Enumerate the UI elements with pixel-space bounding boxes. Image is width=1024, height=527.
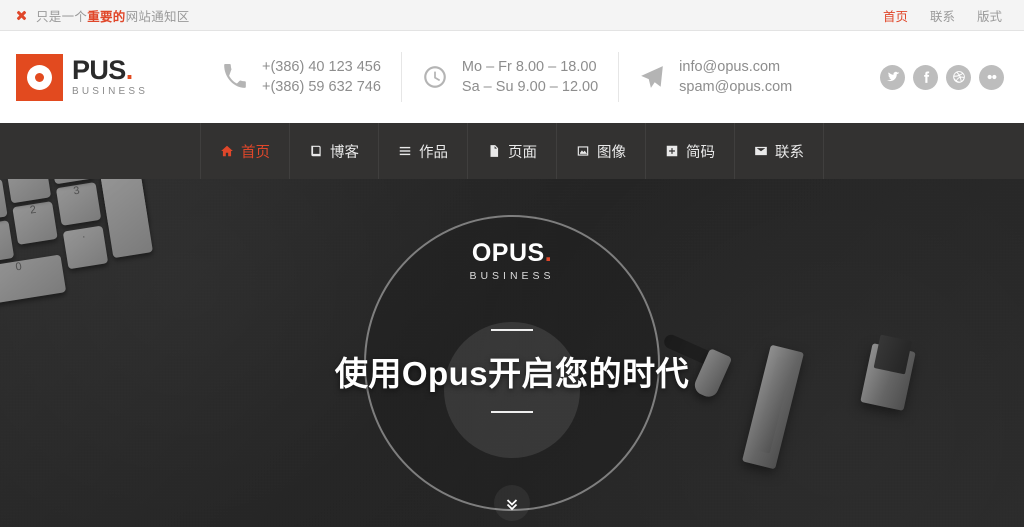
notice-text-highlight: 重要的 xyxy=(87,9,126,24)
hero-headline-group: 使用Opus开启您的时代 xyxy=(0,329,1024,413)
phone-icon xyxy=(222,64,248,90)
header-info-group: +(386) 40 123 456 +(386) 59 632 746 Mo –… xyxy=(184,52,880,102)
logo-mark-icon xyxy=(16,53,63,101)
hero-dash-bottom xyxy=(491,411,533,413)
envelope-icon xyxy=(754,144,768,158)
facebook-icon[interactable] xyxy=(913,64,938,90)
dribbble-icon[interactable] xyxy=(946,64,971,90)
notice-link-contact[interactable]: 联系 xyxy=(930,6,955,25)
nav-label-contact: 联系 xyxy=(775,144,804,161)
plus-square-icon xyxy=(665,144,679,158)
phone-line-1: +(386) 40 123 456 xyxy=(262,59,381,75)
hero-logo-dot: . xyxy=(544,239,553,267)
hero-content: OPUS. BUSINESS 使用Opus开启您的时代 xyxy=(0,179,1024,527)
logo-dot: . xyxy=(125,54,133,85)
nav-label-home: 首页 xyxy=(241,144,270,161)
hero-logo: OPUS. BUSINESS xyxy=(0,239,1024,282)
nav-item-home[interactable]: 首页 xyxy=(200,123,290,179)
header-phone-block: +(386) 40 123 456 +(386) 59 632 746 xyxy=(202,52,402,102)
hero-logo-sub: BUSINESS xyxy=(469,270,555,282)
book-icon xyxy=(309,144,323,158)
notice-link-layout[interactable]: 版式 xyxy=(977,6,1002,25)
image-icon xyxy=(576,144,590,158)
nav-label-shortcodes: 简码 xyxy=(686,144,715,161)
nav-label-portfolio: 作品 xyxy=(419,144,448,161)
paper-plane-icon xyxy=(639,64,665,90)
email-line-1: info@opus.com xyxy=(679,59,781,75)
nav-label-pages: 页面 xyxy=(508,144,537,161)
nav-item-gallery[interactable]: 图像 xyxy=(557,123,646,179)
double-chevron-down-icon[interactable] xyxy=(494,485,530,521)
logo-sub-text: BUSINESS xyxy=(72,85,149,97)
site-logo[interactable]: PUS. BUSINESS xyxy=(16,53,184,101)
site-header: PUS. BUSINESS +(386) 40 123 456 +(386) 5… xyxy=(0,31,1024,123)
hero-title: 使用Opus开启您的时代 xyxy=(334,355,690,392)
list-icon xyxy=(398,144,412,158)
email-line-2: spam@opus.com xyxy=(679,79,793,95)
nav-item-contact[interactable]: 联系 xyxy=(735,123,824,179)
nav-item-pages[interactable]: 页面 xyxy=(468,123,557,179)
notification-message: 只是一个重要的网站通知区 xyxy=(16,6,190,25)
file-icon xyxy=(487,144,501,158)
flickr-icon[interactable] xyxy=(979,64,1004,90)
notice-text-after: 网站通知区 xyxy=(125,9,190,24)
hero-logo-main: OPUS xyxy=(471,239,545,267)
hours-line-1: Mo – Fr 8.00 – 18.00 xyxy=(461,59,597,75)
hero-section: 1 2 3 5 0 . OPUS. BUSINESS xyxy=(0,179,1024,527)
nav-item-shortcodes[interactable]: 简码 xyxy=(646,123,735,179)
social-links xyxy=(880,64,1008,90)
notification-links: 首页 联系 版式 xyxy=(883,6,1008,25)
close-x-icon[interactable] xyxy=(16,10,27,21)
home-icon xyxy=(220,144,234,158)
notification-bar: 只是一个重要的网站通知区 首页 联系 版式 xyxy=(0,0,1024,31)
nav-label-blog: 博客 xyxy=(330,144,359,161)
nav-item-portfolio[interactable]: 作品 xyxy=(379,123,468,179)
logo-main-text: PUS xyxy=(72,54,126,85)
hours-line-2: Sa – Su 9.00 – 12.00 xyxy=(461,79,599,95)
twitter-icon[interactable] xyxy=(880,64,905,90)
clock-icon xyxy=(422,64,448,90)
header-hours-block: Mo – Fr 8.00 – 18.00 Sa – Su 9.00 – 12.0… xyxy=(402,52,620,102)
nav-item-blog[interactable]: 博客 xyxy=(290,123,379,179)
notice-link-home[interactable]: 首页 xyxy=(883,6,908,25)
main-navigation: 首页 博客 作品 页面 图像 简码 联系 xyxy=(0,123,1024,179)
notice-text-before: 只是一个 xyxy=(36,9,88,24)
header-email-block: info@opus.com spam@opus.com xyxy=(619,52,812,102)
nav-label-gallery: 图像 xyxy=(597,144,626,161)
phone-line-2: +(386) 59 632 746 xyxy=(262,79,381,95)
hero-dash-top xyxy=(491,329,533,331)
